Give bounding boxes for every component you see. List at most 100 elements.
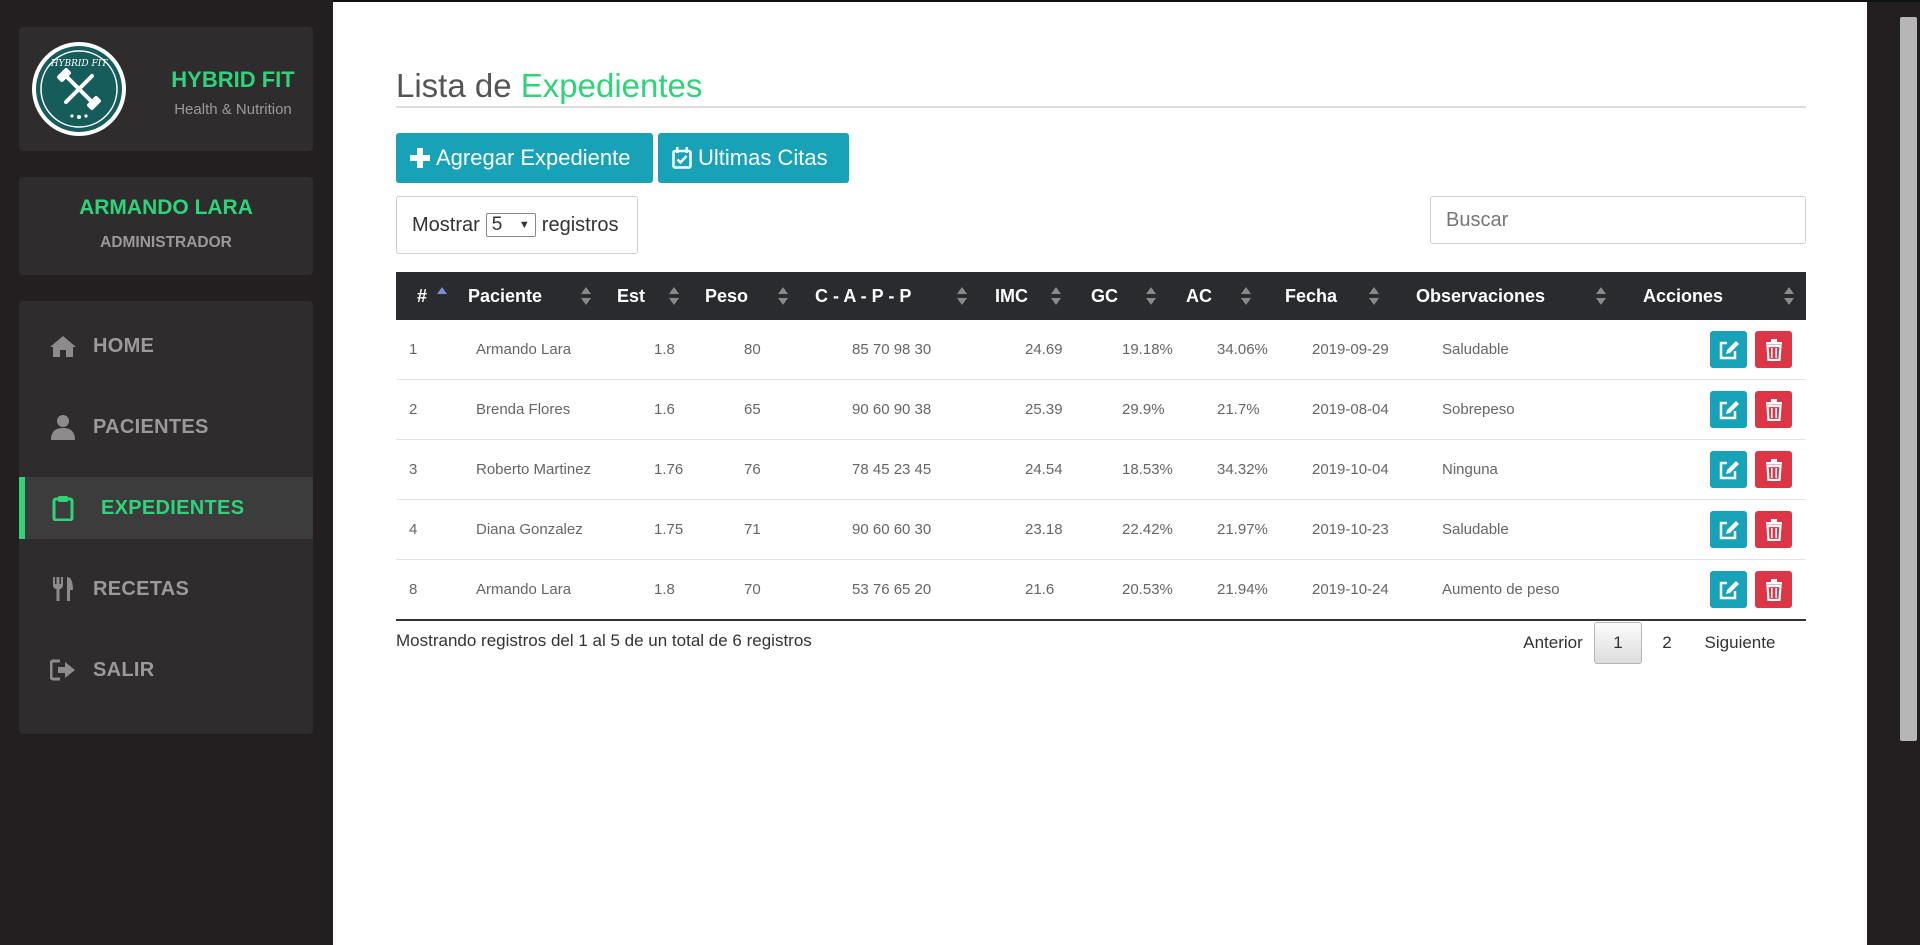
cell-ac: 34.32% [1217, 461, 1268, 478]
brand-logo[interactable]: HYBRID FIT [32, 42, 126, 136]
sidebar-item-label: EXPEDIENTES [101, 496, 245, 519]
length-prefix: Mostrar [412, 213, 480, 236]
trash-icon [1765, 398, 1782, 421]
sidebar-item-home[interactable]: HOME [19, 315, 313, 377]
column-header-peso[interactable]: Peso [696, 272, 806, 320]
sidebar-nav: HOME PACIENTES EXPEDIENTES RECETAS SALIR [19, 301, 313, 734]
cell-paciente: Diana Gonzalez [476, 521, 583, 538]
sort-icon [1784, 287, 1794, 307]
table-row: 8 Armando Lara 1.8 70 53 76 65 20 21.6 2… [396, 560, 1806, 621]
column-header-number[interactable]: # [396, 272, 456, 320]
delete-button[interactable] [1755, 391, 1792, 428]
brand-card: HYBRID FIT HYBRID FIT Health & Nutrition [19, 27, 313, 151]
cell-ac: 21.94% [1217, 581, 1268, 598]
plus-icon [410, 148, 430, 168]
cell-ac: 34.06% [1217, 341, 1268, 358]
length-suffix: registros [541, 213, 619, 236]
sort-icon [1369, 287, 1379, 307]
search-input[interactable] [1430, 196, 1806, 244]
edit-button[interactable] [1710, 571, 1747, 608]
cell-est: 1.8 [654, 581, 675, 598]
cell-est: 1.6 [654, 401, 675, 418]
cell-capp: 90 60 60 30 [852, 521, 932, 538]
column-header-observaciones[interactable]: Observaciones [1396, 272, 1621, 320]
brand-title: HYBRID FIT [171, 67, 295, 92]
add-expediente-button[interactable]: Agregar Expediente [396, 133, 653, 183]
cell-id: 4 [409, 521, 418, 538]
cell-id: 1 [409, 341, 418, 358]
user-role: ADMINISTRADOR [100, 234, 232, 251]
pagination-next[interactable]: Siguiente [1690, 622, 1790, 664]
home-icon [49, 332, 77, 360]
sidebar-item-recetas[interactable]: RECETAS [19, 558, 313, 620]
delete-button[interactable] [1755, 511, 1792, 548]
sidebar-item-pacientes[interactable]: PACIENTES [19, 396, 313, 458]
column-header-gc[interactable]: GC [1076, 272, 1171, 320]
column-header-fecha[interactable]: Fecha [1266, 272, 1396, 320]
svg-text:HYBRID FIT: HYBRID FIT [50, 59, 109, 69]
column-header-paciente[interactable]: Paciente [456, 272, 606, 320]
cell-paciente: Roberto Martinez [476, 461, 592, 478]
page-length-value: 5 [491, 214, 503, 235]
trash-icon [1765, 518, 1782, 541]
edit-icon [1719, 400, 1739, 419]
cell-observaciones: Saludable [1442, 341, 1509, 358]
table-row: 4 Diana Gonzalez 1.75 71 90 60 60 30 23.… [396, 500, 1806, 560]
table-row: 1 Armando Lara 1.8 80 85 70 98 30 24.69 … [396, 320, 1806, 380]
column-header-est[interactable]: Est [606, 272, 696, 320]
cell-observaciones: Sobrepeso [1442, 401, 1515, 418]
sidebar-item-label: RECETAS [93, 577, 190, 600]
scrollbar-thumb[interactable] [1900, 17, 1917, 741]
sort-icon [669, 287, 679, 307]
edit-icon [1719, 340, 1739, 359]
cell-id: 3 [409, 461, 418, 478]
cell-gc: 29.9% [1122, 401, 1165, 418]
cell-observaciones: Aumento de peso [1442, 581, 1560, 598]
sidebar-item-label: SALIR [93, 658, 155, 681]
edit-button[interactable] [1710, 511, 1747, 548]
pagination-page-2[interactable]: 2 [1652, 622, 1682, 664]
cell-imc: 23.18 [1025, 521, 1063, 538]
cell-gc: 20.53% [1122, 581, 1173, 598]
cell-fecha: 2019-10-23 [1312, 521, 1389, 538]
cell-paciente: Brenda Flores [476, 401, 571, 418]
cell-gc: 22.42% [1122, 521, 1173, 538]
sort-icon [1596, 287, 1606, 307]
edit-button[interactable] [1710, 391, 1747, 428]
utensils-icon [49, 575, 77, 603]
column-header-ac[interactable]: AC [1171, 272, 1266, 320]
cell-observaciones: Ninguna [1442, 461, 1498, 478]
delete-button[interactable] [1755, 451, 1792, 488]
column-header-capp[interactable]: C - A - P - P [806, 272, 981, 320]
sidebar-item-expedientes[interactable]: EXPEDIENTES [19, 477, 313, 539]
chevron-down-icon: ▼ [518, 219, 530, 231]
cell-peso: 76 [744, 461, 761, 478]
delete-button[interactable] [1755, 331, 1792, 368]
column-header-acciones[interactable]: Acciones [1621, 272, 1806, 320]
cell-est: 1.8 [654, 341, 675, 358]
pagination-previous[interactable]: Anterior [1513, 622, 1593, 664]
trash-icon [1765, 578, 1782, 601]
sidebar-item-label: PACIENTES [93, 415, 209, 438]
page-length-select[interactable]: 5 ▼ [485, 213, 536, 237]
sidebar-item-salir[interactable]: SALIR [19, 639, 313, 701]
cell-gc: 19.18% [1122, 341, 1173, 358]
edit-button[interactable] [1710, 451, 1747, 488]
main-content: Lista de Expedientes Agregar Expediente … [333, 2, 1867, 945]
sort-icon [778, 287, 788, 307]
cell-peso: 70 [744, 581, 761, 598]
dumbbell-fork-icon: HYBRID FIT [40, 50, 118, 128]
edit-icon [1719, 520, 1739, 539]
cell-id: 2 [409, 401, 418, 418]
cell-paciente: Armando Lara [476, 341, 572, 358]
table-body: 1 Armando Lara 1.8 80 85 70 98 30 24.69 … [396, 320, 1806, 621]
page-title-prefix: Lista de [396, 67, 512, 104]
edit-button[interactable] [1710, 331, 1747, 368]
delete-button[interactable] [1755, 571, 1792, 608]
column-header-imc[interactable]: IMC [981, 272, 1076, 320]
pagination-page-1[interactable]: 1 [1594, 622, 1642, 664]
cell-peso: 71 [744, 521, 761, 538]
ultimas-citas-button[interactable]: Ultimas Citas [658, 133, 849, 183]
page-title: Lista de Expedientes [396, 67, 702, 105]
user-name: ARMANDO LARA [79, 196, 253, 219]
